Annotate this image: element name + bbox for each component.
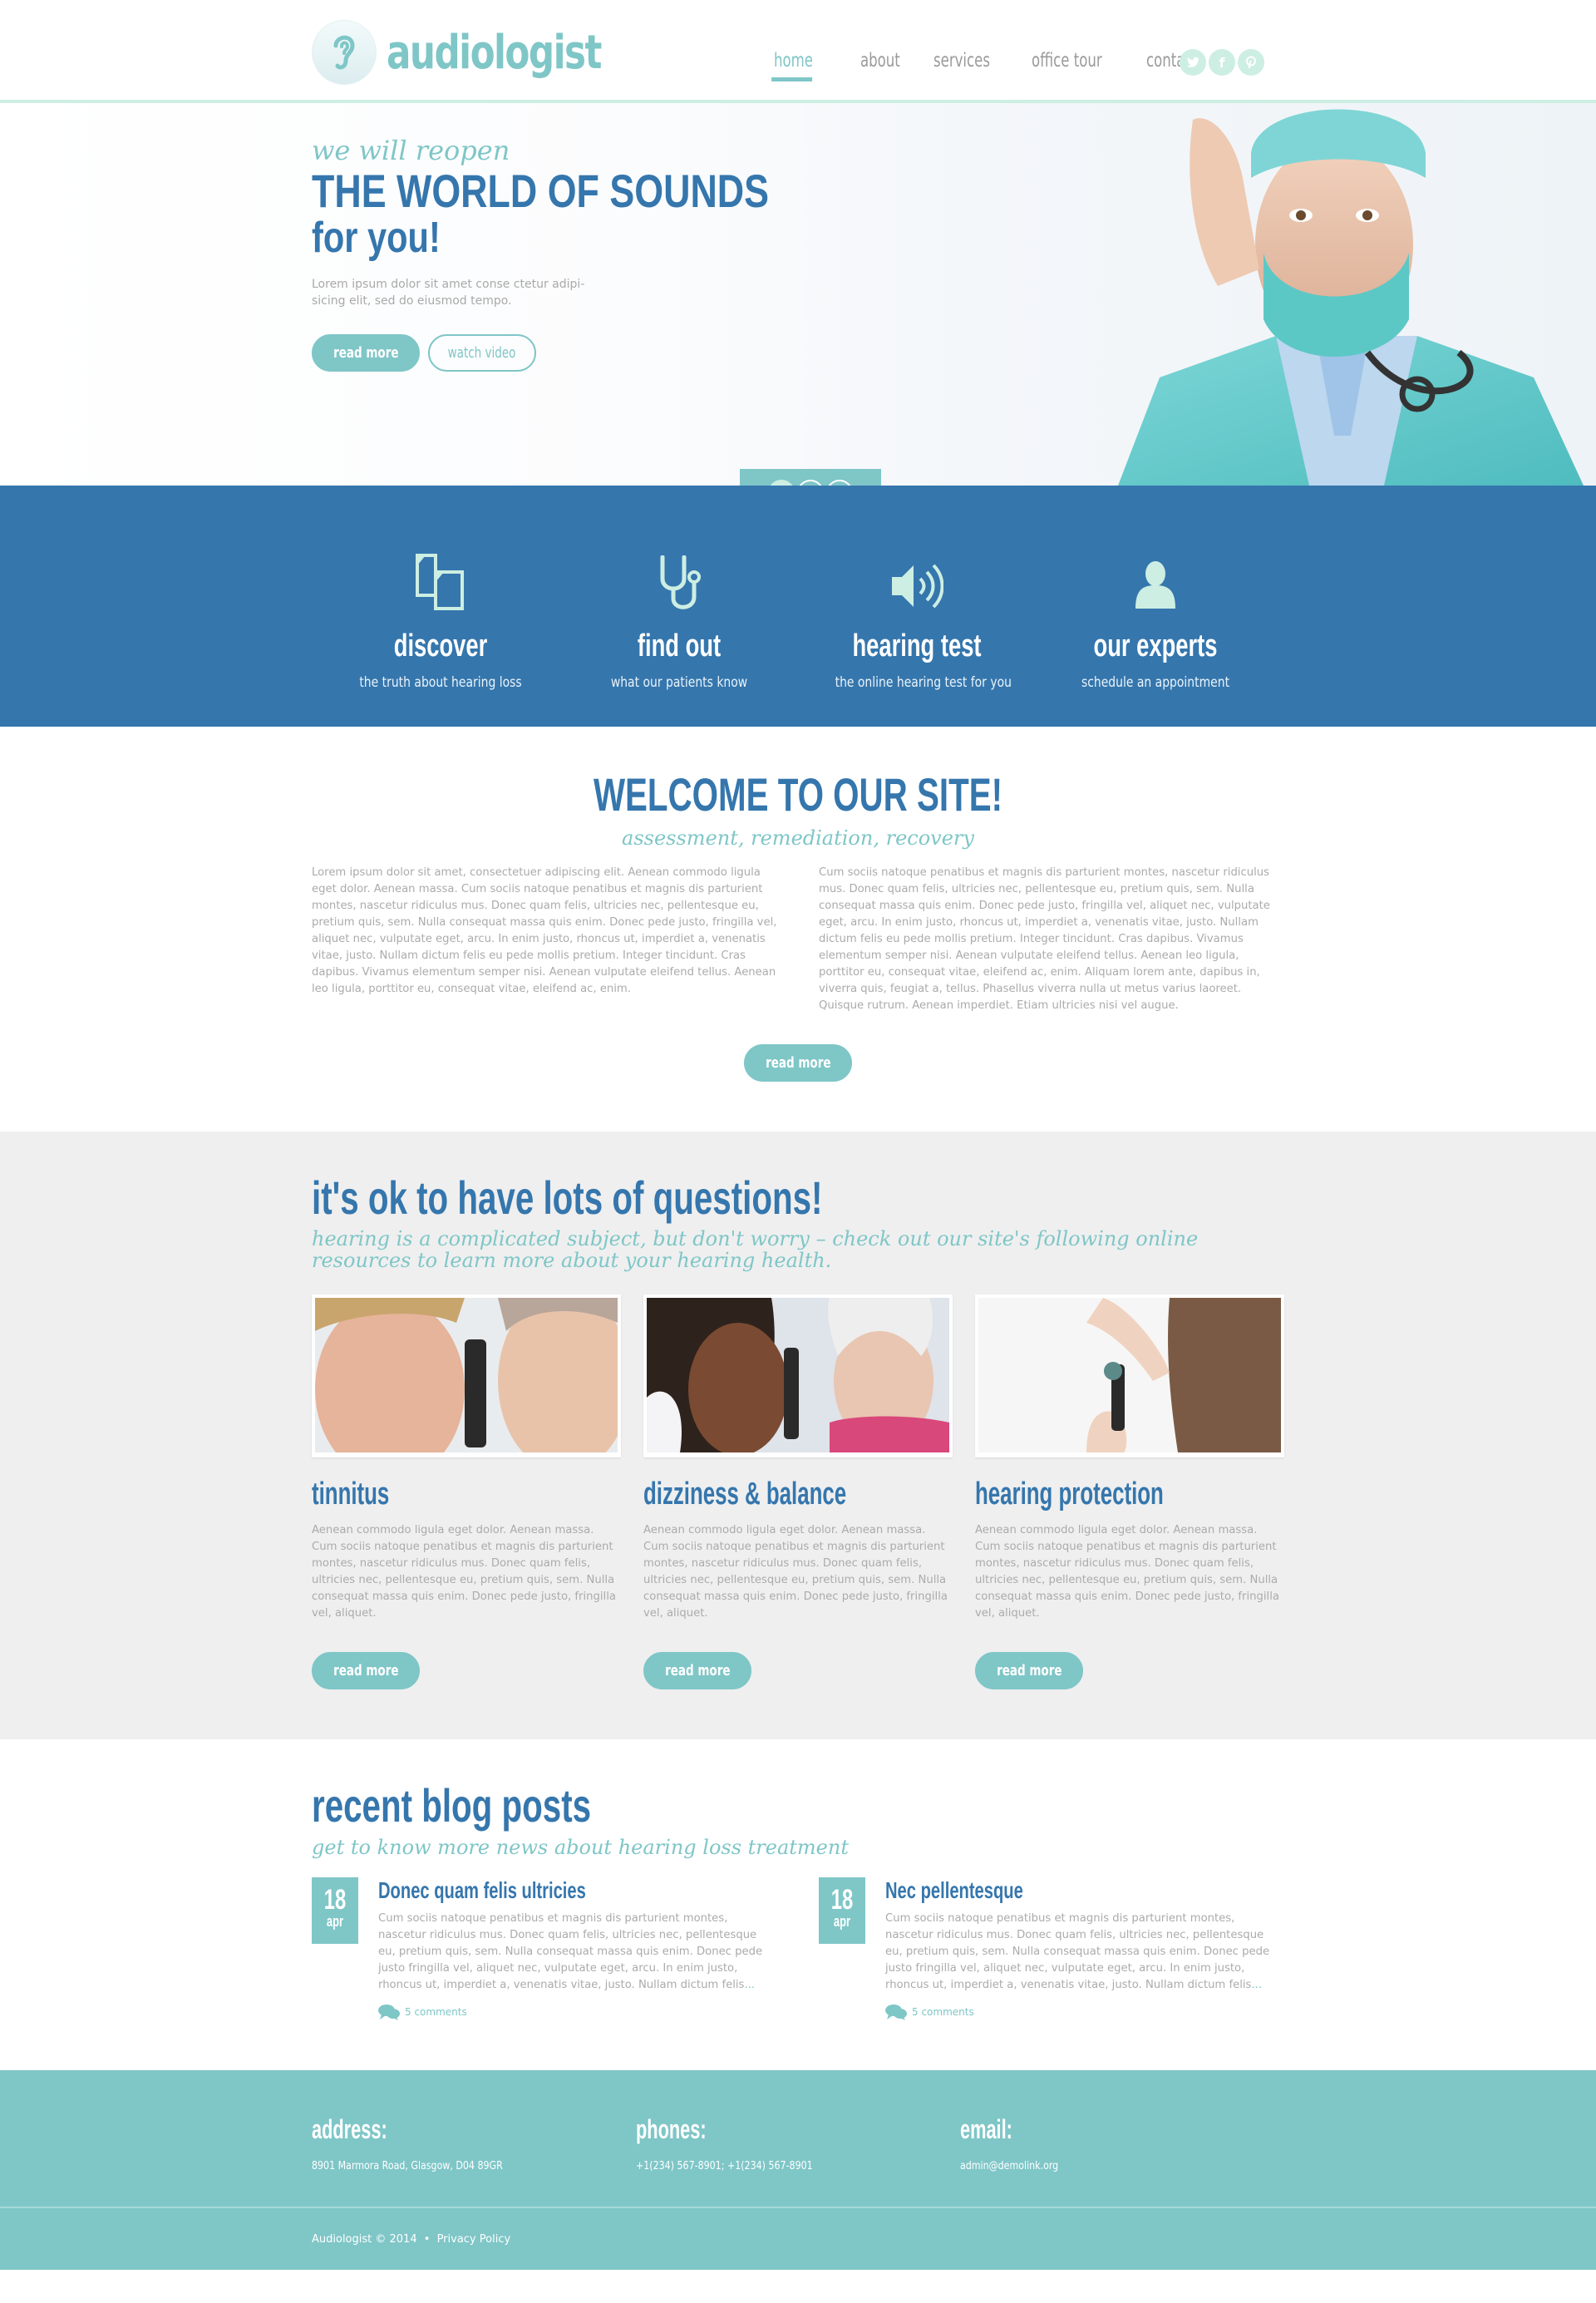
documents-icon [341, 544, 540, 610]
otoscope-ear-exam-photo [978, 1298, 1281, 1452]
questions-subtitle: hearing is a complicated subject, but do… [312, 1227, 1199, 1272]
nav-office-tour[interactable]: office tour [1032, 50, 1102, 78]
hearing-protection-read-more-button[interactable]: read more [975, 1652, 1083, 1689]
feature-find-out[interactable]: find out what our patients know [579, 544, 779, 691]
feature-hearing-test[interactable]: hearing test the online hearing test for… [817, 544, 1017, 691]
dizziness-read-more-button[interactable]: read more [643, 1652, 751, 1689]
slide-1-dot[interactable]: 1 [768, 480, 795, 486]
nav-services[interactable]: services [933, 50, 990, 78]
main-nav: home about services office tour contacts [771, 50, 1233, 81]
site-footer: address: 8901 Marmora Road, Glasgow, D04… [0, 2070, 1596, 2270]
logo[interactable]: audiologist [312, 20, 661, 85]
comments-icon [885, 2005, 907, 2020]
site-header: audiologist home about services office t… [0, 0, 1596, 103]
speaker-icon [817, 544, 1017, 610]
welcome-text-col2: Cum sociis natoque penatibus et magnis d… [819, 866, 1270, 1012]
card-image[interactable] [312, 1290, 631, 1481]
nav-home[interactable]: home [771, 50, 820, 81]
hero-slider: we will reopen THE WORLD OF SOUNDS for y… [0, 103, 1596, 486]
doctor-examining-elderly-woman-photo [647, 1298, 949, 1456]
footer-address: address: 8901 Marmora Road, Glasgow, D04… [312, 2114, 503, 2172]
welcome-text-col1: Lorem ipsum dolor sit amet, consectetuer… [312, 866, 777, 995]
user-icon [1056, 544, 1255, 610]
post-read-more-link[interactable]: ... [744, 1979, 755, 1991]
footer-email: email: admin@demolink.org [960, 2115, 1284, 2172]
doctor-examining-man-ear-photo [315, 1290, 631, 1481]
email-link[interactable]: admin@demolink.org [960, 2160, 1236, 2172]
slider-pager: 1 2 3 [740, 469, 881, 486]
card-image[interactable] [975, 1295, 1284, 1457]
blog-post: 18 apr Donec quam felis ultricies Cum so… [312, 1877, 777, 2020]
hero-script-tagline: we will reopen [312, 135, 510, 166]
card-hearing-protection: hearing protection Aenean commodo ligula… [975, 1295, 1284, 1689]
welcome-section: WELCOME TO OUR SITE! assessment, remedia… [0, 727, 1596, 1132]
post-read-more-link[interactable]: ... [1251, 1979, 1262, 1991]
twitter-icon[interactable] [1180, 49, 1206, 76]
post-comments-link[interactable]: 5 comments [885, 2004, 1284, 2020]
separator-dot: • [423, 2232, 431, 2246]
hero-description: Lorem ipsum dolor sit amet conse ctetur … [312, 278, 585, 308]
watch-video-button[interactable]: watch video [428, 334, 536, 372]
welcome-read-more-button[interactable]: read more [744, 1044, 852, 1082]
features-band: discover the truth about hearing loss fi… [0, 486, 1596, 727]
slide-3-dot[interactable]: 3 [826, 480, 853, 486]
hero-text: we will reopen THE WORLD OF SOUNDS for y… [312, 120, 770, 372]
nav-about[interactable]: about [860, 50, 900, 78]
card-image[interactable] [643, 1295, 953, 1457]
blog-subtitle: get to know more news about hearing loss… [312, 1836, 849, 1859]
card-tinnitus: tinnitus Aenean commodo ligula eget dolo… [312, 1290, 631, 1689]
hero-title: THE WORLD OF SOUNDS [312, 165, 770, 217]
facebook-icon[interactable]: f [1209, 49, 1235, 76]
hero-read-more-button[interactable]: read more [312, 334, 420, 372]
welcome-subtitle: assessment, remediation, recovery [622, 826, 974, 850]
ear-icon [312, 20, 377, 85]
hero-doctor-photo [1118, 109, 1584, 486]
post-title-link[interactable]: Nec pellentesque [885, 1877, 1173, 1904]
copyright: Audiologist © 2014 [312, 2232, 417, 2246]
privacy-policy-link[interactable]: Privacy Policy [437, 2233, 511, 2246]
post-title-link[interactable]: Donec quam felis ultricies [378, 1877, 666, 1904]
card-dizziness-balance: dizziness & balance Aenean commodo ligul… [643, 1295, 953, 1689]
post-date-badge: 18 apr [312, 1877, 358, 1944]
questions-section: it's ok to have lots of questions! heari… [0, 1132, 1596, 1739]
feature-discover[interactable]: discover the truth about hearing loss [341, 544, 540, 691]
tinnitus-read-more-button[interactable]: read more [312, 1652, 420, 1689]
slide-2-dot[interactable]: 2 [797, 480, 824, 486]
blog-section: recent blog posts get to know more news … [0, 1739, 1596, 2070]
hero-title-line2: for you! [312, 214, 441, 262]
post-date-badge: 18 apr [819, 1877, 865, 1944]
blog-post: 18 apr Nec pellentesque Cum sociis natoq… [819, 1877, 1284, 2020]
feature-our-experts[interactable]: our experts schedule an appointment [1056, 544, 1255, 691]
welcome-title: WELCOME TO OUR SITE! [593, 768, 1003, 821]
stethoscope-icon [579, 544, 779, 610]
questions-title: it's ok to have lots of questions! [312, 1171, 823, 1224]
footer-phones: phones: +1(234) 567-8901; +1(234) 567-89… [636, 2114, 813, 2172]
social-links: f [1180, 49, 1264, 76]
pinterest-icon[interactable] [1238, 49, 1264, 76]
comments-icon [378, 2005, 400, 2020]
logo-text: audiologist [387, 25, 602, 80]
post-comments-link[interactable]: 5 comments [378, 2004, 777, 2020]
blog-title: recent blog posts [312, 1779, 592, 1832]
